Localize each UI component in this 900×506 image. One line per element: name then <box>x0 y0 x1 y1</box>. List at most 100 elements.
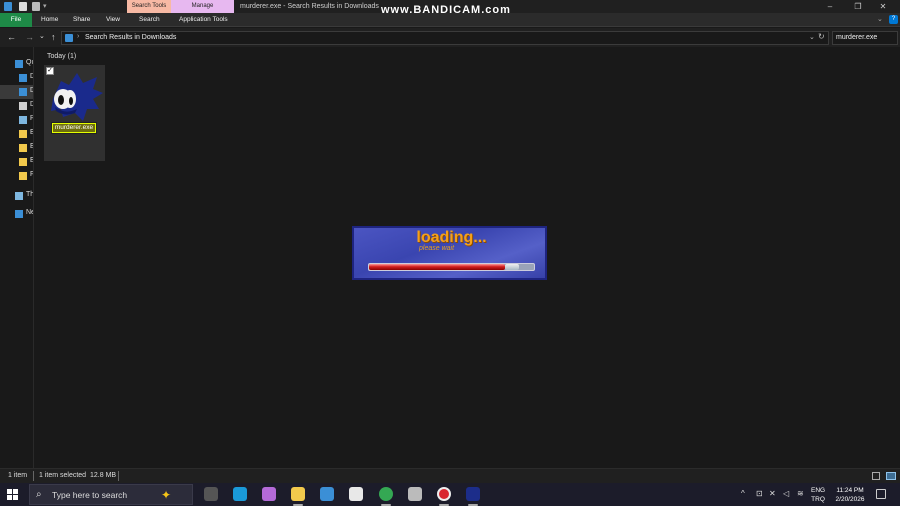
tray-overflow-icon[interactable]: ^ <box>741 489 745 498</box>
download-icon <box>19 88 27 96</box>
folder-icon <box>19 172 27 180</box>
selection-size: 12.8 MB <box>90 472 117 479</box>
item-count: 1 item <box>8 472 28 479</box>
context-tab-search-tools[interactable]: Search Tools <box>127 0 171 13</box>
taskbar-search-box[interactable]: ⌕ Type here to search ✦ <box>29 484 193 505</box>
sidebar-item[interactable]: D <box>0 85 33 99</box>
file-item[interactable]: ✓ murderer.exe <box>44 65 105 161</box>
keyboard-layout: TRQ <box>811 496 825 503</box>
murderer-app-icon[interactable] <box>466 487 480 501</box>
sonic-exe-thumbnail-icon <box>51 73 103 121</box>
sidebar-item-label: E <box>30 129 33 136</box>
minimize-button[interactable]: – <box>815 0 845 13</box>
address-bar[interactable]: › Search Results in Downloads ⌄ ↻ <box>61 31 829 45</box>
tab-application-tools[interactable]: Application Tools <box>179 13 228 27</box>
sidebar-item-label: Ne <box>26 209 33 216</box>
volume-icon[interactable]: ◁ <box>783 489 789 498</box>
explorer-icon[interactable] <box>4 2 12 11</box>
loading-dialog: loading... please wait <box>352 226 547 280</box>
sidebar-item-label: D <box>30 73 33 80</box>
progress-cap <box>505 264 519 270</box>
file-explorer-icon[interactable] <box>291 487 305 501</box>
file-tab[interactable]: File <box>0 13 32 27</box>
search-input[interactable]: murderer.exe <box>832 31 898 45</box>
new-folder-icon[interactable] <box>32 2 40 11</box>
pictures-icon <box>19 116 27 124</box>
sidebar-item[interactable]: D <box>0 71 33 85</box>
recent-locations-icon[interactable]: ⌄ <box>39 31 45 43</box>
expand-ribbon-icon[interactable]: ⌄ <box>877 15 883 23</box>
sidebar-item-label: E <box>30 143 33 150</box>
chrome-icon[interactable] <box>379 487 393 501</box>
tab-home[interactable]: Home <box>41 13 58 27</box>
tab-search[interactable]: Search <box>139 13 160 27</box>
sidebar-item[interactable]: Qu <box>0 57 33 71</box>
printer-icon[interactable] <box>408 487 422 501</box>
notifications-icon[interactable] <box>876 489 886 499</box>
details-view-icon[interactable] <box>872 472 880 480</box>
address-dropdown-icon[interactable]: ⌄ <box>809 33 815 41</box>
status-divider <box>33 471 34 481</box>
sidebar-item[interactable]: Th <box>0 189 34 203</box>
loading-subtitle: please wait <box>419 245 455 252</box>
navigation-pane: QuDDDPEEEFThNe <box>0 47 34 468</box>
network-status-icon[interactable]: ⊡ <box>756 489 763 498</box>
refresh-icon[interactable]: ↻ <box>818 32 825 41</box>
sidebar-item-label: Th <box>26 191 34 198</box>
close-button[interactable]: ✕ <box>868 0 898 13</box>
status-divider <box>118 471 119 481</box>
clock[interactable]: 11:24 PM 2/20/2026 <box>832 486 868 504</box>
breadcrumb-separator-icon[interactable]: › <box>77 33 79 40</box>
folder-icon <box>19 130 27 138</box>
language-code: ENG <box>811 487 826 494</box>
mail-icon[interactable] <box>320 487 334 501</box>
status-bar: 1 item 1 item selected 12.8 MB <box>0 468 900 483</box>
sidebar-item[interactable]: P <box>0 113 33 127</box>
input-language[interactable]: ENG TRQ <box>811 486 825 504</box>
mute-icon[interactable]: ✕ <box>769 489 776 498</box>
window-title: murderer.exe - Search Results in Downloa… <box>240 3 379 10</box>
title-bar: ▾ Search Tools Manage murderer.exe - Sea… <box>0 0 900 16</box>
up-icon[interactable]: ↑ <box>51 31 56 43</box>
properties-icon[interactable] <box>19 2 27 11</box>
sidebar-item[interactable]: F <box>0 169 33 183</box>
copilot-sparkle-icon[interactable]: ✦ <box>161 488 171 502</box>
store-icon[interactable] <box>349 487 363 501</box>
edge-icon[interactable] <box>233 487 247 501</box>
folder-icon <box>19 144 27 152</box>
large-icons-view-icon[interactable] <box>886 472 896 480</box>
forward-icon[interactable]: → <box>25 31 34 43</box>
sidebar-item[interactable]: E <box>0 141 33 155</box>
taskbar-search-placeholder[interactable]: Type here to search <box>52 490 127 500</box>
star-icon <box>15 60 23 68</box>
search-results-icon <box>65 34 73 42</box>
desktop-icon <box>19 74 27 82</box>
clock-date: 2/20/2026 <box>835 496 865 503</box>
breadcrumb[interactable]: Search Results in Downloads <box>85 33 176 43</box>
file-name-label[interactable]: murderer.exe <box>51 122 97 134</box>
wifi-icon[interactable]: ≋ <box>797 489 804 498</box>
sidebar-item[interactable]: Ne <box>0 207 33 221</box>
windows-start-icon[interactable] <box>7 489 18 500</box>
bandicam-icon[interactable] <box>437 487 451 501</box>
sidebar-item-label: D <box>30 87 33 94</box>
quick-access-dropdown-icon[interactable]: ▾ <box>43 2 47 10</box>
tab-view[interactable]: View <box>106 13 120 27</box>
task-view-icon[interactable] <box>204 487 218 501</box>
context-tab-manage[interactable]: Manage <box>171 0 234 13</box>
folder-icon <box>19 158 27 166</box>
tab-share[interactable]: Share <box>73 13 90 27</box>
progress-bar <box>368 263 535 271</box>
sidebar-item[interactable]: D <box>0 99 33 113</box>
group-header[interactable]: Today (1) <box>47 53 76 60</box>
help-icon[interactable]: ? <box>889 15 898 24</box>
sidebar-item[interactable]: E <box>0 127 33 141</box>
file-checkbox[interactable]: ✓ <box>46 67 54 75</box>
document-icon <box>19 102 27 110</box>
progress-fill <box>369 264 505 270</box>
sidebar-item[interactable]: E <box>0 155 33 169</box>
search-query[interactable]: murderer.exe <box>836 33 877 43</box>
ribbon-tabs: File Home Share View Search Application … <box>0 13 900 27</box>
back-icon[interactable]: ← <box>7 31 16 43</box>
copilot-app-icon[interactable] <box>262 487 276 501</box>
